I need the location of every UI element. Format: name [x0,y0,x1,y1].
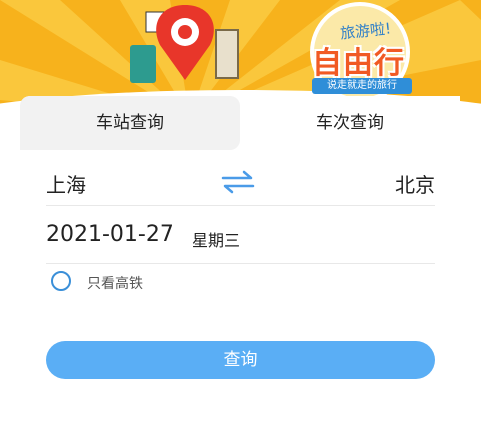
slogan-main: 自由行 [312,46,405,81]
tab-train-query[interactable]: 车次查询 [240,96,460,150]
divider [46,263,435,264]
search-card: 车站查询 车次查询 上海 北京 2021-01-27 星期三 只看高铁 查询 [20,96,461,426]
high-speed-only-radio[interactable] [51,271,71,291]
tab-station-query[interactable]: 车站查询 [20,96,240,150]
query-button[interactable]: 查询 [46,341,435,379]
high-speed-only-label: 只看高铁 [87,276,143,292]
arrival-city[interactable]: 北京 [395,169,435,198]
luggage-icon [215,29,239,79]
suitcase-icon [130,45,156,83]
slogan-tag: 说走就走的旅行 [312,78,412,94]
weekday-label: 星期三 [192,231,241,250]
departure-date[interactable]: 2021-01-27 [46,222,174,247]
departure-city[interactable]: 上海 [46,169,86,198]
divider [46,205,435,206]
swap-arrows-icon[interactable] [220,168,256,196]
